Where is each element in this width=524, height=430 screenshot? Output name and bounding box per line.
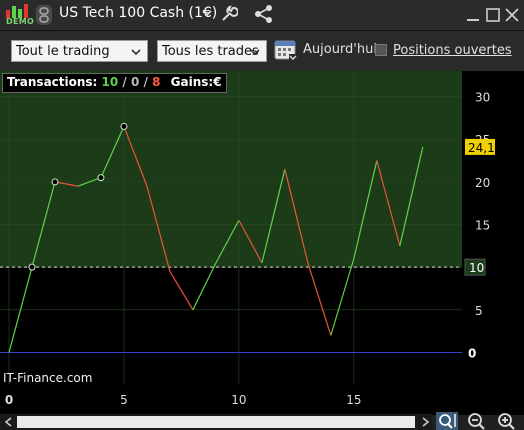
- scroll-left-icon[interactable]: [3, 416, 15, 428]
- profit-zone: [0, 71, 462, 268]
- bar-chart-icon: [6, 4, 28, 18]
- maximize-icon[interactable]: [486, 8, 500, 22]
- transactions-summary: Transactions: 10 / 0 / 8 Gains:€: [2, 73, 227, 93]
- trade-marker: [120, 122, 128, 130]
- x-axis-panel: [0, 384, 524, 415]
- trading-filter-select[interactable]: Tout le trading: [11, 40, 148, 62]
- y-axis-panel: [462, 71, 524, 384]
- auto-zoom-icon[interactable]: [436, 412, 458, 430]
- x-tick-label: 15: [346, 393, 361, 407]
- zoom-in-icon[interactable]: [496, 412, 518, 430]
- y-tick-label: 20: [475, 176, 490, 190]
- transactions-label: Transactions:: [7, 75, 98, 89]
- today-button[interactable]: Aujourd'hui: [303, 42, 377, 57]
- demo-label: DEMO: [6, 17, 35, 26]
- won-count: 10: [101, 75, 119, 89]
- y-tick-label: 5: [475, 304, 483, 318]
- trade-marker: [97, 174, 105, 182]
- link-toggle-icon[interactable]: [36, 5, 52, 25]
- zero-label: 0: [468, 346, 476, 360]
- trading-filter-value: Tout le trading: [16, 44, 110, 59]
- watermark: IT-Finance.com: [3, 371, 93, 385]
- equity-chart[interactable]: 51520253010024,1051015: [0, 71, 524, 415]
- x-tick-label: 0: [5, 393, 13, 407]
- scroll-right-icon[interactable]: [419, 416, 431, 428]
- instrument-title[interactable]: US Tech 100 Cash (1€): [59, 5, 217, 21]
- chevron-down-icon: [131, 49, 141, 56]
- minimize-icon[interactable]: [466, 9, 480, 21]
- chevron-down-icon[interactable]: [202, 8, 212, 18]
- gains-value: €: [213, 75, 222, 89]
- x-tick-label: 10: [231, 393, 246, 407]
- separator: /: [139, 75, 153, 89]
- zoom-out-icon[interactable]: [466, 412, 488, 430]
- reference-label: 10: [469, 261, 484, 275]
- scrollbar-thumb[interactable]: [17, 416, 415, 428]
- trades-filter-select[interactable]: Tous les trades: [157, 40, 267, 62]
- last-value-label: 24,1: [468, 141, 495, 155]
- trade-marker: [28, 263, 36, 271]
- demo-badge: DEMO: [4, 3, 34, 27]
- gains-label: Gains:: [170, 75, 214, 89]
- chevron-down-icon: [250, 49, 260, 56]
- trade-marker: [51, 178, 59, 186]
- separator: /: [118, 75, 131, 89]
- calendar-icon[interactable]: [274, 38, 298, 62]
- y-tick-label: 30: [475, 91, 490, 105]
- share-icon[interactable]: [253, 4, 275, 24]
- open-positions-label[interactable]: Positions ouvertes: [393, 43, 512, 58]
- x-tick-label: 5: [120, 393, 128, 407]
- trades-filter-value: Tous les trades: [162, 44, 259, 59]
- close-icon[interactable]: [505, 8, 519, 22]
- lost-count: 8: [152, 75, 161, 89]
- y-tick-label: 15: [475, 219, 490, 233]
- open-positions-checkbox[interactable]: [375, 44, 387, 56]
- wrench-icon[interactable]: [220, 5, 238, 23]
